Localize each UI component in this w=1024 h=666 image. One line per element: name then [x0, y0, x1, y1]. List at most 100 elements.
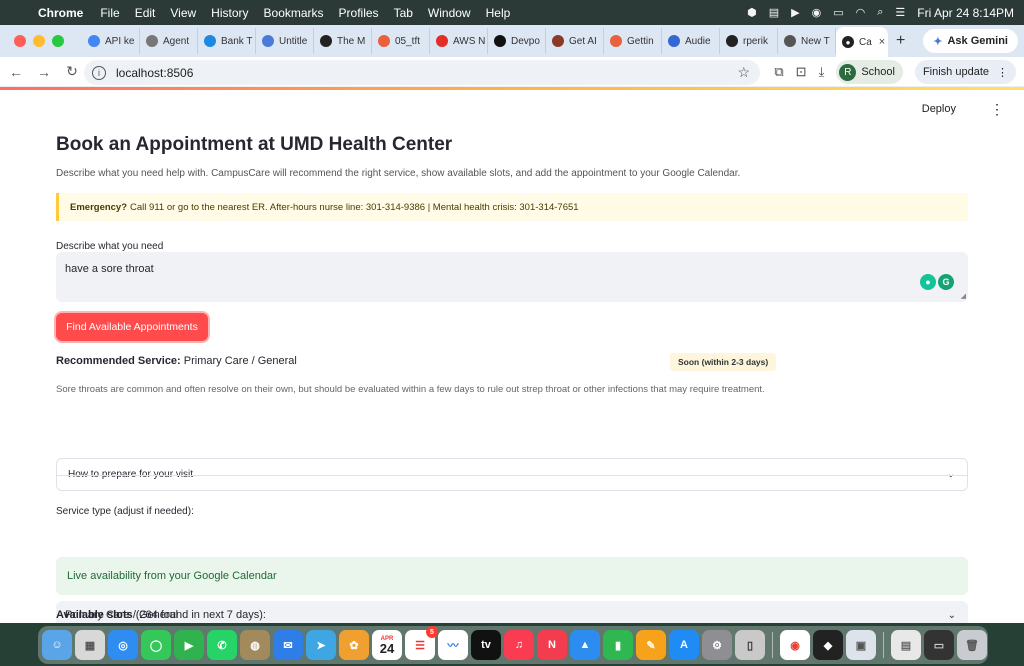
wifi-icon[interactable]: ◠	[856, 6, 866, 19]
clipboard-icon[interactable]: ▤	[769, 6, 779, 19]
app-menu-icon[interactable]: ⋮	[990, 101, 1004, 118]
vpn-icon[interactable]: ⬢	[747, 6, 757, 19]
pages-icon[interactable]: ✎	[636, 630, 666, 660]
menu-profiles[interactable]: Profiles	[339, 6, 379, 20]
control-center-icon[interactable]: ☰	[895, 6, 905, 19]
ask-gemini-button[interactable]: ✦ Ask Gemini	[923, 29, 1018, 53]
play-icon[interactable]: ▶	[791, 6, 799, 19]
site-info-icon[interactable]: i	[92, 65, 106, 80]
reminders-icon[interactable]: ☰ 5	[405, 626, 438, 660]
tab-label: Agent	[163, 35, 190, 47]
iphone-mirroring-icon[interactable]: ▯	[735, 630, 765, 660]
chrome-icon[interactable]: ◉	[780, 630, 810, 660]
tab-active[interactable]: ● Ca ×	[836, 27, 888, 57]
tab-label: AWS N	[453, 35, 486, 47]
live-availability-text: Live availability from your Google Calen…	[67, 570, 277, 582]
keynote-icon[interactable]: ▲	[570, 630, 600, 660]
address-bar[interactable]: i localhost:8506 ☆	[84, 60, 760, 85]
close-tab-icon[interactable]: ×	[879, 36, 885, 48]
tab-label: Gettin	[627, 35, 654, 47]
cursor-app-icon[interactable]: ◆	[813, 630, 843, 660]
desktop-background: ☺ ▦ ◎ ◯ ▶ ✆ ◍ ✉ ➤ ✿ APR 24 ☰ 5 〰 tv ♫ N …	[0, 623, 1024, 666]
close-window-button[interactable]	[14, 35, 26, 47]
freeform-icon[interactable]: 〰	[438, 630, 468, 660]
macos-menu-bar: Chrome File Edit View History Bookmarks …	[0, 0, 1024, 25]
finder-icon[interactable]: ☺	[42, 630, 72, 660]
bookmark-star-icon[interactable]: ☆	[737, 64, 750, 81]
user-icon[interactable]: ◉	[812, 6, 822, 19]
downloads-stack-icon[interactable]: ▤	[891, 630, 921, 660]
zoom-window-button[interactable]	[52, 35, 64, 47]
search-icon[interactable]: ⌕	[877, 6, 883, 19]
messages-icon[interactable]: ◯	[141, 630, 171, 660]
bulb-icon[interactable]: ●	[920, 274, 936, 290]
documents-stack-icon[interactable]: ▭	[924, 630, 954, 660]
lens-search-icon[interactable]: ⊡	[796, 64, 807, 80]
photos-icon[interactable]: ✿	[339, 630, 369, 660]
menu-app-name[interactable]: Chrome	[38, 6, 83, 20]
deploy-button[interactable]: Deploy	[922, 103, 956, 115]
tab-item[interactable]: Bank T	[198, 28, 256, 54]
tab-item[interactable]: Agent	[140, 28, 198, 54]
describe-textarea[interactable]: have a sore throat ● G ◢	[56, 252, 968, 302]
menu-view[interactable]: View	[170, 6, 196, 20]
music-icon[interactable]: ♫	[504, 630, 534, 660]
minimize-window-button[interactable]	[33, 35, 45, 47]
grammarly-widget[interactable]: ● G	[920, 274, 954, 290]
menu-clock[interactable]: Fri Apr 24 8:14PM	[917, 6, 1014, 20]
tab-item[interactable]: rperik	[720, 28, 778, 54]
tab-item[interactable]: The M	[314, 28, 372, 54]
tab-item[interactable]: Audie	[662, 28, 720, 54]
forward-arrow-icon[interactable]: →	[32, 64, 56, 80]
grammarly-icon[interactable]: G	[938, 274, 954, 290]
extensions-icon[interactable]: ⧉	[774, 64, 783, 80]
new-tab-button[interactable]: +	[896, 32, 905, 50]
tab-label: Audie	[685, 35, 711, 47]
mail-icon[interactable]: ✉	[273, 630, 303, 660]
find-appointments-button[interactable]: Find Available Appointments	[56, 313, 208, 341]
tab-item[interactable]: 05_tft	[372, 28, 430, 54]
contacts-icon[interactable]: ◍	[240, 630, 270, 660]
tab-label: Devpo	[511, 35, 540, 47]
menu-bookmarks[interactable]: Bookmarks	[264, 6, 324, 20]
browser-menu-icon[interactable]: ⋮	[997, 66, 1008, 79]
tab-item[interactable]: Untitle	[256, 28, 314, 54]
tab-item[interactable]: Devpo	[488, 28, 546, 54]
live-availability-notice: Live availability from your Google Calen…	[56, 557, 968, 595]
news-icon[interactable]: N	[537, 630, 567, 660]
menu-help[interactable]: Help	[486, 6, 511, 20]
reload-icon[interactable]: ↻	[60, 63, 84, 80]
safari-icon[interactable]: ◎	[108, 630, 138, 660]
tab-item[interactable]: Get AI	[546, 28, 604, 54]
menu-history[interactable]: History	[211, 6, 248, 20]
trash-icon[interactable]: 🗑	[957, 630, 987, 660]
describe-value[interactable]: have a sore throat	[65, 263, 154, 275]
finish-update-button[interactable]: Finish update ⋮	[914, 60, 1016, 84]
download-icon[interactable]: ⤓	[819, 64, 825, 80]
menu-tab[interactable]: Tab	[394, 6, 413, 20]
battery-icon[interactable]: ▭	[833, 6, 843, 19]
resize-handle-icon[interactable]: ◢	[961, 292, 966, 300]
tab-label: Bank T	[221, 35, 253, 47]
system-settings-icon[interactable]: ⚙	[702, 630, 732, 660]
whatsapp-icon[interactable]: ✆	[207, 630, 237, 660]
recommended-value: Primary Care / General	[183, 355, 297, 367]
tab-item[interactable]: New T	[778, 28, 836, 54]
tab-item[interactable]: API ke	[82, 28, 140, 54]
facetime-icon[interactable]: ▶	[174, 630, 204, 660]
apple-tv-icon[interactable]: tv	[471, 630, 501, 660]
calendar-icon[interactable]: APR 24	[372, 630, 402, 660]
url-text[interactable]: localhost:8506	[116, 66, 193, 80]
app-store-icon[interactable]: A	[669, 630, 699, 660]
maps-icon[interactable]: ➤	[306, 630, 336, 660]
menu-window[interactable]: Window	[428, 6, 471, 20]
back-arrow-icon[interactable]: ←	[4, 64, 28, 80]
tab-item[interactable]: AWS N	[430, 28, 488, 54]
numbers-icon[interactable]: ▮	[603, 630, 633, 660]
tab-item[interactable]: Gettin	[604, 28, 662, 54]
profile-button[interactable]: R School	[836, 60, 903, 84]
menu-edit[interactable]: Edit	[135, 6, 156, 20]
launchpad-icon[interactable]: ▦	[75, 630, 105, 660]
menu-file[interactable]: File	[100, 6, 119, 20]
preview-icon[interactable]: ▣	[846, 630, 876, 660]
